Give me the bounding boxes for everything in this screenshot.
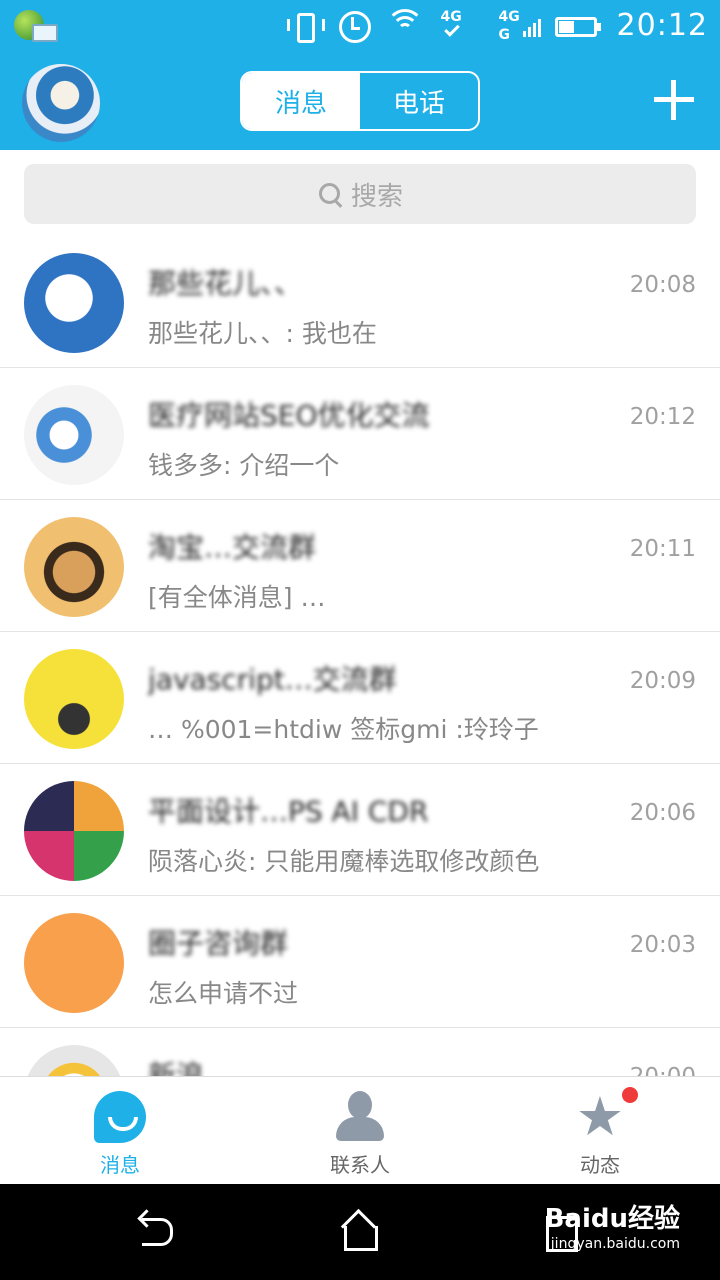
avatar (24, 913, 124, 1013)
star-icon: ★ (575, 1085, 625, 1148)
avatar (24, 649, 124, 749)
tab-messages[interactable]: 消息 (242, 73, 360, 129)
chat-preview: 怎么申请不过 (148, 979, 299, 1008)
tab-feed[interactable]: ★ 动态 (480, 1077, 720, 1185)
chat-name: 圈子咨询群 (148, 927, 289, 960)
tab-label: 联系人 (330, 1153, 390, 1177)
chat-name: javascript…交流群 (148, 663, 397, 696)
chat-preview: [有全体消息] … (148, 583, 326, 612)
signal-icon: 4G G (497, 7, 541, 43)
notification-mail-icon (12, 8, 58, 42)
watermark-logo: Baidu经验 (544, 1204, 680, 1234)
tab-phone[interactable]: 电话 (360, 73, 478, 129)
chat-time: 20:09 (629, 668, 696, 694)
chat-time: 20:08 (629, 272, 696, 298)
chat-time: 20:03 (629, 932, 696, 958)
chat-name: 医疗网站SEO优化交流 (148, 399, 430, 432)
search-icon (317, 181, 343, 207)
tab-messages-bottom[interactable]: 消息 (0, 1077, 240, 1185)
app-header: 消息 电话 (0, 50, 720, 150)
list-item[interactable]: 圈子咨询群 怎么申请不过 20:03 (0, 896, 720, 1028)
back-icon[interactable] (136, 1208, 184, 1256)
network-4g-icon: 4G (439, 7, 483, 43)
chat-name: 那些花儿、、 (148, 267, 303, 300)
avatar (24, 781, 124, 881)
list-item[interactable]: javascript…交流群 … %001=htdiw 签标gmi :玲玲子 2… (0, 632, 720, 764)
list-item[interactable]: 医疗网站SEO优化交流 钱多多: 介绍一个 20:12 (0, 368, 720, 500)
chat-name: 平面设计…PS AI CDR (148, 795, 429, 828)
user-avatar[interactable] (22, 64, 100, 142)
list-item[interactable]: 新浪… 20:00 (0, 1028, 720, 1076)
message-icon (94, 1091, 146, 1143)
contact-icon (334, 1091, 386, 1143)
chat-preview: 陨落心炎: 只能用魔棒选取修改颜色 (148, 847, 540, 876)
notification-badge (622, 1087, 638, 1103)
chat-name: 淘宝…交流群 (148, 531, 317, 564)
chat-name: 新浪… (148, 1059, 233, 1076)
status-bar: 4G 4G G 20:12 (0, 0, 720, 50)
system-nav-bar: Baidu经验 jingyan.baidu.com (0, 1184, 720, 1280)
chat-preview: … %001=htdiw 签标gmi :玲玲子 (148, 715, 539, 744)
vibrate-icon (285, 7, 325, 43)
avatar (24, 517, 124, 617)
chat-time: 20:11 (629, 536, 696, 562)
chat-time: 20:06 (629, 800, 696, 826)
avatar (24, 1045, 124, 1076)
list-item[interactable]: 淘宝…交流群 [有全体消息] … 20:11 (0, 500, 720, 632)
tab-contacts[interactable]: 联系人 (240, 1077, 480, 1185)
chat-list: 那些花儿、、 那些花儿、、: 我也在 20:08 医疗网站SEO优化交流 钱多多… (0, 236, 720, 1076)
chat-preview: 那些花儿、、: 我也在 (148, 319, 377, 348)
list-item[interactable]: 那些花儿、、 那些花儿、、: 我也在 20:08 (0, 236, 720, 368)
home-icon[interactable] (336, 1208, 384, 1256)
bottom-tab-bar: 消息 联系人 ★ 动态 (0, 1076, 720, 1184)
wifi-icon (385, 7, 425, 43)
chat-preview: 钱多多: 介绍一个 (148, 451, 340, 480)
avatar (24, 385, 124, 485)
search-placeholder: 搜索 (350, 181, 403, 212)
battery-icon (554, 7, 603, 43)
tab-label: 动态 (580, 1153, 620, 1177)
watermark-url: jingyan.baidu.com (550, 1236, 680, 1252)
avatar (24, 253, 124, 353)
plus-icon[interactable] (654, 80, 694, 120)
chat-time: 20:00 (630, 1064, 696, 1076)
chat-time: 20:12 (629, 404, 696, 430)
list-item[interactable]: 平面设计…PS AI CDR 陨落心炎: 只能用魔棒选取修改颜色 20:06 (0, 764, 720, 896)
segment-control: 消息 电话 (240, 71, 480, 131)
alarm-icon (335, 7, 371, 43)
status-time: 20:12 (616, 7, 708, 43)
search-bar[interactable]: 搜索 (24, 164, 696, 224)
tab-label: 消息 (100, 1153, 140, 1177)
